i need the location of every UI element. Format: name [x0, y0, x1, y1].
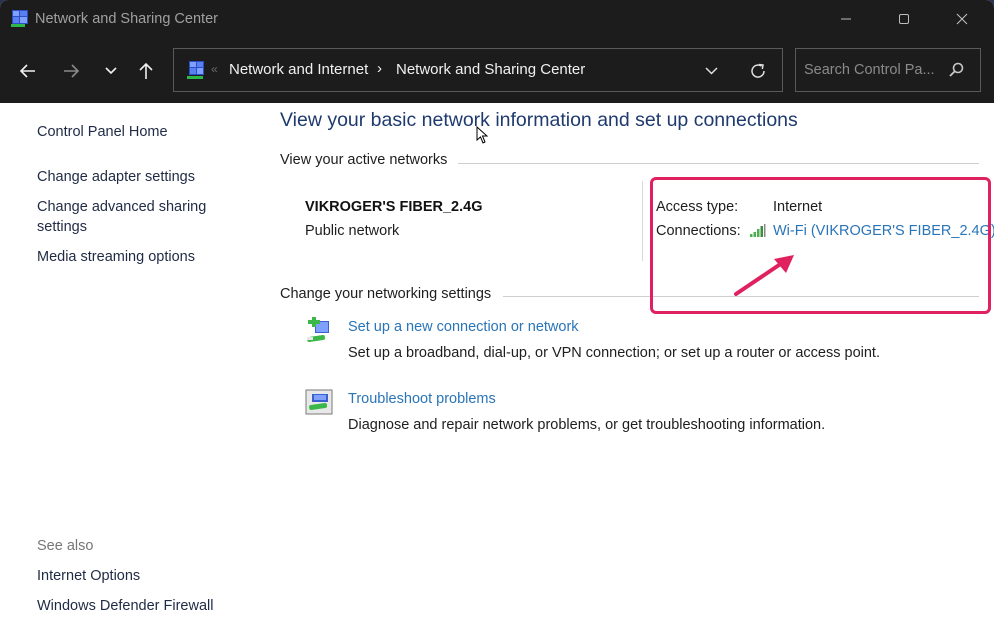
see-also-windows-defender-firewall[interactable]: Windows Defender Firewall	[37, 596, 213, 616]
annotation-arrow-icon	[734, 255, 794, 296]
back-button[interactable]	[14, 57, 42, 85]
maximize-button[interactable]	[875, 0, 933, 38]
wifi-connection-link[interactable]: Wi-Fi (VIKROGER'S FIBER_2.4G)	[773, 223, 994, 239]
troubleshoot-icon	[305, 389, 333, 415]
arrow-up-icon	[139, 62, 153, 79]
sidebar-item-media-streaming-options[interactable]: Media streaming options	[37, 247, 195, 267]
search-box[interactable]	[795, 48, 981, 92]
refresh-icon	[751, 63, 765, 78]
section-divider	[458, 163, 979, 164]
sidebar-item-control-panel-home[interactable]: Control Panel Home	[37, 122, 168, 142]
vertical-divider	[642, 181, 643, 261]
arrow-left-icon	[19, 64, 35, 78]
network-sharing-center-window: Network and Sharing Center « Network and…	[0, 0, 994, 641]
new-connection-icon	[307, 317, 329, 342]
sidebar-item-change-adapter-settings[interactable]: Change adapter settings	[37, 167, 195, 187]
network-center-app-icon	[11, 10, 28, 27]
window-title: Network and Sharing Center	[35, 11, 218, 27]
recent-locations-button[interactable]	[97, 57, 125, 85]
main-content: View your basic network information and …	[262, 103, 994, 641]
address-dropdown-button[interactable]	[700, 61, 722, 81]
forward-button[interactable]	[57, 57, 85, 85]
annotation-highlight-box	[650, 177, 991, 314]
access-type-value: Internet	[773, 199, 823, 215]
address-bar[interactable]: « Network and Internet › Network and Sha…	[173, 48, 783, 92]
section-divider	[503, 296, 979, 297]
chevron-down-icon	[704, 67, 718, 75]
close-icon	[956, 13, 968, 25]
network-center-location-icon	[187, 61, 204, 79]
network-category-link[interactable]: Public network	[305, 223, 399, 239]
troubleshoot-problems-link[interactable]: Troubleshoot problems	[348, 391, 496, 407]
wifi-signal-icon	[750, 224, 766, 237]
maximize-icon	[899, 14, 909, 24]
network-name: VIKROGER'S FIBER_2.4G	[305, 199, 483, 215]
see-also-internet-options[interactable]: Internet Options	[37, 566, 140, 586]
active-networks-heading: View your active networks	[280, 152, 448, 168]
access-type-label: Access type:	[656, 199, 739, 215]
change-settings-heading: Change your networking settings	[280, 286, 492, 302]
search-input[interactable]	[804, 49, 944, 91]
minimize-button[interactable]	[817, 0, 875, 38]
page-title: View your basic network information and …	[280, 109, 798, 131]
navigation-toolbar: « Network and Internet › Network and Sha…	[0, 38, 994, 103]
setup-new-connection-description: Set up a broadband, dial-up, or VPN conn…	[348, 345, 880, 361]
minimize-icon	[841, 18, 851, 20]
breadcrumb-overflow[interactable]: «	[211, 62, 218, 76]
up-button[interactable]	[132, 57, 160, 85]
setup-new-connection-link[interactable]: Set up a new connection or network	[348, 319, 579, 335]
sidebar-item-change-advanced-sharing-settings[interactable]: Change advanced sharing settings	[37, 197, 227, 237]
sidebar: Control Panel Home Change adapter settin…	[0, 103, 262, 641]
breadcrumb-network-and-internet[interactable]: Network and Internet	[229, 61, 368, 78]
refresh-button[interactable]	[747, 60, 769, 82]
troubleshoot-problems-description: Diagnose and repair network problems, or…	[348, 417, 826, 433]
arrow-right-icon	[64, 64, 80, 78]
see-also-heading: See also	[37, 538, 94, 554]
close-button[interactable]	[933, 0, 991, 38]
chevron-down-icon	[105, 67, 117, 75]
breadcrumb-network-sharing-center[interactable]: Network and Sharing Center	[396, 61, 585, 78]
title-bar: Network and Sharing Center	[0, 0, 994, 38]
search-icon[interactable]	[946, 60, 966, 80]
breadcrumb-separator[interactable]: ›	[377, 60, 382, 77]
connections-label: Connections:	[656, 223, 741, 239]
